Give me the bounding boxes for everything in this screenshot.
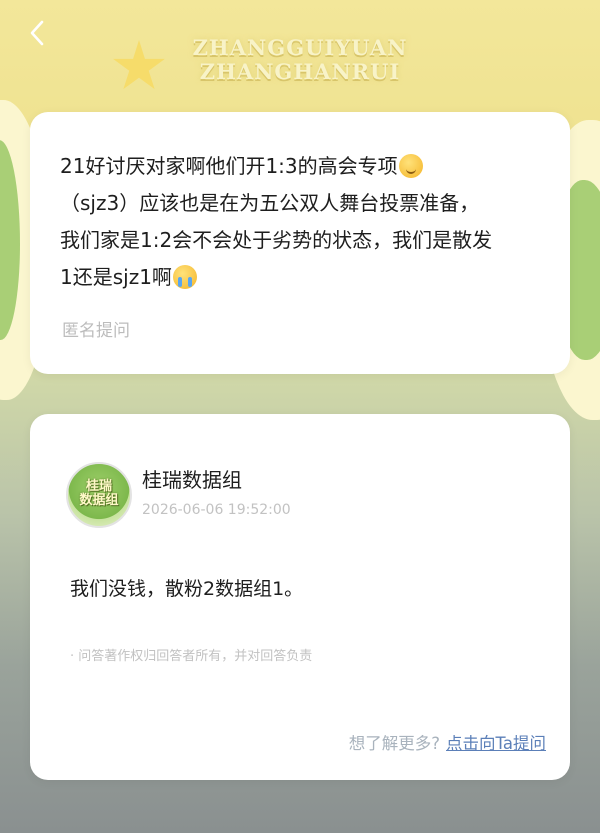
- copyright-note: · 问答著作权归回答者所有，并对回答负责: [70, 649, 313, 664]
- banner-line-1: ZHANGGUIYUAN: [192, 35, 408, 60]
- question-text: 21好讨厌对家啊他们开1:3的高会专项 （sjz3）应该也是在为五公双人舞台投票准…: [60, 148, 545, 296]
- answer-card: 桂瑞 数据组 桂瑞数据组 2026-06-06 19:52:00 我们没钱，散粉2…: [30, 414, 570, 780]
- anonymous-question-label: 匿名提问: [62, 321, 130, 341]
- ask-ta-link[interactable]: 点击向Ta提问: [446, 734, 546, 753]
- learn-more-prompt: 想了解更多?: [348, 734, 441, 753]
- banner-line-2: ZHANGHANRUI: [199, 59, 401, 84]
- question-card: 21好讨厌对家啊他们开1:3的高会专项 （sjz3）应该也是在为五公双人舞台投票准…: [30, 112, 570, 374]
- answer-body: 我们没钱，散粉2数据组1。: [70, 578, 304, 600]
- question-text-part-2: （sjz3）应该也是在为五公双人舞台投票准备， 我们家是1:2会不会处于劣势的状…: [60, 191, 493, 289]
- answer-timestamp: 2026-06-06 19:52:00: [142, 502, 291, 518]
- avatar[interactable]: 桂瑞 数据组: [66, 462, 132, 528]
- chevron-left-icon: [30, 20, 44, 46]
- back-button[interactable]: [24, 16, 54, 50]
- ask-more-row: 想了解更多? 点击向Ta提问: [349, 730, 546, 754]
- answer-author-name[interactable]: 桂瑞数据组: [142, 464, 242, 493]
- banner-title: ZHANGGUIYUAN ZHANGHANRUI: [0, 36, 600, 84]
- avatar-logo-text: 桂瑞 数据组: [79, 479, 119, 508]
- slight-smile-emoji-icon: [398, 154, 423, 178]
- question-text-part-1: 21好讨厌对家啊他们开1:3的高会专项: [60, 154, 398, 178]
- crying-emoji-icon: [172, 265, 197, 289]
